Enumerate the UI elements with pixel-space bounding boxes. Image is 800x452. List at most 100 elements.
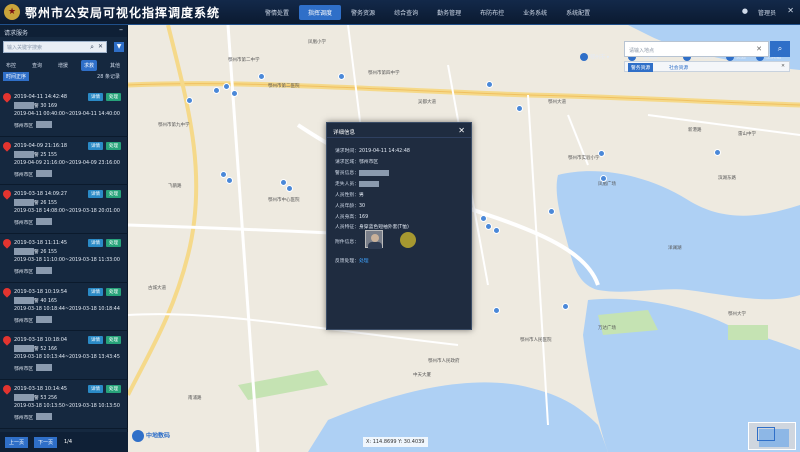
logout-icon[interactable]: ✕ <box>787 6 794 15</box>
sidebar-header: 请求服务 – <box>0 25 127 37</box>
item-sub: 警 26 155 <box>34 250 58 256</box>
nav-item-deploy[interactable]: 布防布控 <box>471 5 513 20</box>
clear-icon[interactable]: ✕ <box>756 45 762 53</box>
alert-pin-icon <box>1 188 13 201</box>
list-item[interactable]: 2019-03-18 10:18:04 详情 处理 警 52 166 2019-… <box>0 331 128 381</box>
police-pin-icon[interactable] <box>338 73 345 80</box>
sort-row: 时间正序 28 条记录 <box>3 72 123 82</box>
map-search-button[interactable]: ⌕ <box>770 41 790 57</box>
detail-button[interactable]: 详情 <box>88 190 103 199</box>
redacted-block <box>14 102 34 109</box>
redacted-block <box>36 267 52 275</box>
list-item[interactable]: 2019-03-18 10:14:45 详情 处理 警 53 256 2019-… <box>0 380 128 429</box>
police-pin-icon[interactable] <box>213 87 220 94</box>
police-pin-icon[interactable] <box>280 179 287 186</box>
sidebar-search-input[interactable]: 输入关键字搜索 ⌕ ✕ <box>3 41 107 53</box>
police-pin-icon[interactable] <box>186 97 193 104</box>
detail-button[interactable]: 详情 <box>88 239 103 248</box>
police-pin-icon[interactable] <box>516 105 523 112</box>
detail-button[interactable]: 详情 <box>88 141 103 150</box>
item-range: 2019-03-18 14:08:00~2019-03-18 20:01:00 <box>14 209 120 215</box>
nav-item-alarm[interactable]: 警情处置 <box>256 5 298 20</box>
prev-page-button[interactable]: 上一页 <box>5 437 29 448</box>
police-pin-icon[interactable] <box>493 227 500 234</box>
close-icon[interactable]: ✕ <box>458 126 465 135</box>
tab-other[interactable]: 其他 <box>107 60 123 71</box>
police-pin-icon[interactable] <box>480 215 487 222</box>
search-placeholder: 输入关键字搜索 <box>7 45 43 51</box>
police-pin-icon[interactable] <box>223 83 230 90</box>
map-search-input[interactable]: 请输入地点 ✕ <box>624 41 769 57</box>
detail-button[interactable]: 详情 <box>88 93 103 101</box>
police-pin-icon[interactable] <box>548 208 555 215</box>
police-pin-icon[interactable] <box>286 185 293 192</box>
detail-button[interactable]: 详情 <box>88 287 103 296</box>
list-item[interactable]: 2019-03-18 10:19:54 详情 处理 警 40 165 2019-… <box>0 283 128 332</box>
police-pin-icon[interactable] <box>258 73 265 80</box>
detail-button[interactable]: 详情 <box>88 336 103 345</box>
police-pin-icon[interactable] <box>226 177 233 184</box>
police-pin-icon[interactable] <box>220 171 227 178</box>
filter-icon[interactable]: ▼ <box>114 42 124 52</box>
alert-pin-icon <box>1 91 13 103</box>
user-name[interactable]: 管理员 <box>758 8 776 17</box>
feedback-link[interactable]: 处理 <box>359 259 369 264</box>
tab-query[interactable]: 查询 <box>29 60 45 71</box>
alert-pin-icon <box>1 383 13 395</box>
height-row: 人员身高：169 <box>335 215 369 220</box>
police-pin-icon[interactable] <box>598 150 605 157</box>
map-label: 鄂州市第二中学 <box>228 58 260 63</box>
clear-icon[interactable]: ✕ <box>98 43 103 50</box>
tab-help[interactable]: 求救 <box>80 60 97 71</box>
redacted-block <box>14 345 34 353</box>
list-item[interactable]: 2019-03-18 14:09:27 详情 处理 警 26 155 2019-… <box>0 185 128 235</box>
police-pin-icon[interactable] <box>486 81 493 88</box>
handle-button[interactable]: 处理 <box>106 336 121 345</box>
redacted-block <box>14 150 34 158</box>
handle-button[interactable]: 处理 <box>106 287 121 296</box>
nav-item-query[interactable]: 综合查询 <box>385 5 427 20</box>
nav-item-resources[interactable]: 警务资源 <box>342 5 384 20</box>
nav-item-duty[interactable]: 勤务管理 <box>428 5 470 20</box>
tab-police-resources[interactable]: 警务资源 <box>628 63 654 72</box>
detail-button[interactable]: 详情 <box>88 385 103 394</box>
tab-deploy[interactable]: 布控 <box>3 60 19 71</box>
nav-item-config[interactable]: 系统配置 <box>557 5 599 20</box>
tab-social-resources[interactable]: 社会资源 <box>669 64 688 71</box>
city-selector[interactable]: 鄂州市 ▾ <box>580 53 609 61</box>
tab-reinforce[interactable]: 增援 <box>55 60 71 71</box>
item-range: 2019-03-18 10:13:44~2019-03-18 13:43:45 <box>14 355 120 361</box>
handle-button[interactable]: 处理 <box>106 385 121 394</box>
police-pin-icon[interactable] <box>562 303 569 310</box>
request-type-tabs: 布控 查询 增援 求救 其他 <box>3 60 123 71</box>
next-page-button[interactable]: 下一页 <box>34 437 58 448</box>
collapse-icon[interactable]: – <box>119 25 123 34</box>
person-photo[interactable] <box>365 230 383 249</box>
nav-item-business[interactable]: 业务系统 <box>514 5 556 20</box>
police-pin-icon[interactable] <box>600 175 607 182</box>
search-icon[interactable]: ⌕ <box>90 43 94 52</box>
redacted-block <box>14 394 34 402</box>
close-icon[interactable]: ✕ <box>781 64 785 69</box>
police-pin-icon[interactable] <box>485 223 492 230</box>
sort-button[interactable]: 时间正序 <box>3 72 30 81</box>
police-pin-icon[interactable] <box>714 149 721 156</box>
cursor-highlight <box>400 232 416 248</box>
police-pin-icon[interactable] <box>231 90 238 97</box>
map-label: 鄂州市人民政府 <box>428 359 460 364</box>
police-pin-icon[interactable] <box>493 307 500 314</box>
overview-map[interactable] <box>748 422 796 450</box>
handle-button[interactable]: 处理 <box>106 141 121 150</box>
item-range: 2019-03-18 11:10:00~2019-03-18 11:33:00 <box>14 258 120 264</box>
list-item[interactable]: 2019-03-18 11:11:45 详情 处理 警 26 155 2019-… <box>0 234 128 283</box>
handle-button[interactable]: 处理 <box>106 239 121 248</box>
list-item[interactable]: 2019-04-11 14:42:48 详情 处理 警 30 169 2019-… <box>0 88 128 137</box>
nav-item-dispatch[interactable]: 指挥调度 <box>299 4 342 20</box>
map-label: 古城大道 <box>148 286 166 291</box>
item-sub: 警 30 169 <box>34 104 58 109</box>
list-item[interactable]: 2019-04-09 21:16:18 详情 处理 警 25 155 2019-… <box>0 137 128 186</box>
handle-button[interactable]: 处理 <box>106 190 121 199</box>
item-range: 2019-03-18 10:18:44~2019-03-18 10:18:44 <box>14 306 120 312</box>
item-sub: 警 40 165 <box>34 298 58 304</box>
handle-button[interactable]: 处理 <box>106 93 121 101</box>
